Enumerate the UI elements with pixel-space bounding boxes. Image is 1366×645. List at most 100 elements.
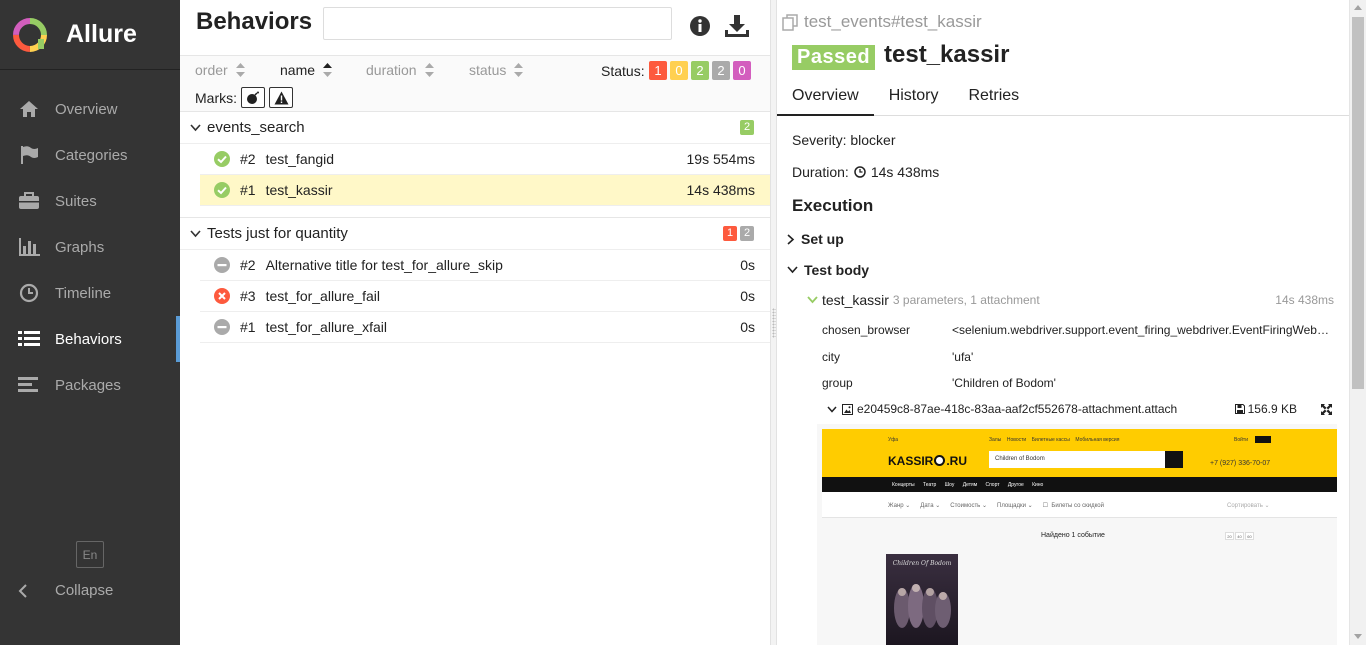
param-key: city (822, 350, 840, 364)
sort-icon (424, 63, 434, 77)
test-row[interactable]: #2 test_fangid 19s 554ms (200, 144, 770, 175)
screenshot-city: Уфа (888, 437, 899, 443)
test-row[interactable]: #2 Alternative title for test_for_allure… (200, 250, 770, 281)
band-photo-image (894, 584, 951, 628)
sort-icon (235, 63, 245, 77)
briefcase-icon (18, 190, 40, 212)
expand-icon[interactable] (1321, 403, 1332, 415)
passed-status-icon (214, 182, 230, 198)
collapse-label: Collapse (55, 582, 114, 599)
failed-status-icon (214, 288, 230, 304)
status-filter-skipped[interactable]: 2 (712, 61, 730, 80)
attachment-size: 156.9 KB (1234, 402, 1297, 416)
sidebar-item-label: Graphs (55, 238, 105, 256)
sort-status[interactable]: status (469, 62, 524, 78)
group-name: Tests just for quantity (207, 225, 348, 242)
group-badges: 2 (740, 120, 754, 135)
sidebar-item-graphs[interactable]: Graphs (0, 224, 180, 270)
screenshot-login: Войти (1234, 437, 1248, 443)
search-input[interactable] (323, 7, 672, 40)
collapse-button[interactable]: Collapse (18, 582, 113, 599)
flaky-mark-button[interactable] (241, 87, 265, 108)
sidebar-item-behaviors[interactable]: Behaviors (0, 316, 180, 362)
behaviors-header: Behaviors (180, 0, 770, 56)
sidebar-item-overview[interactable]: Overview (0, 86, 180, 132)
download-icon[interactable] (724, 14, 750, 38)
test-title: test_kassir (884, 41, 1010, 68)
sidebar-item-timeline[interactable]: Timeline (0, 270, 180, 316)
scrollbar-thumb[interactable] (1352, 17, 1364, 389)
screenshot-login-button (1255, 436, 1271, 443)
new-failed-mark-button[interactable] (269, 87, 293, 108)
language-switch[interactable]: En (76, 541, 104, 568)
splitter-grip[interactable] (772, 308, 776, 338)
sort-label: order (195, 62, 228, 78)
group-header[interactable]: Tests just for quantity 1 2 (180, 218, 770, 250)
logo-smiley-icon (934, 455, 946, 466)
tab-retries[interactable]: Retries (953, 79, 1034, 116)
group-header[interactable]: events_search 2 (180, 112, 770, 144)
sort-toolbar: order name duration status Status: 1 0 2… (180, 56, 770, 112)
sort-order[interactable]: order (195, 62, 245, 78)
status-filter-failed[interactable]: 1 (649, 61, 667, 80)
test-duration: 0s (740, 319, 755, 335)
status-filter-passed[interactable]: 2 (691, 61, 709, 80)
step-duration: 14s 438ms (1275, 293, 1334, 307)
screenshot-page-size: 60 (1245, 532, 1254, 540)
sidebar-item-label: Behaviors (55, 330, 122, 348)
setup-label: Set up (801, 231, 844, 247)
sort-name[interactable]: name (280, 62, 333, 78)
chevron-down-icon (827, 406, 837, 413)
image-icon (842, 403, 853, 415)
test-body-label: Test body (804, 262, 870, 278)
scroll-up-icon[interactable] (1354, 5, 1362, 10)
save-icon (1234, 404, 1245, 414)
test-name: test_for_allure_xfail (265, 319, 387, 335)
sidebar-item-suites[interactable]: Suites (0, 178, 180, 224)
warning-icon (274, 91, 288, 104)
attachment-row[interactable]: e20459c8-87ae-418c-83aa-aaf2cf552678-att… (827, 402, 1337, 416)
attachment-size-value: 156.9 KB (1247, 402, 1297, 416)
tab-history[interactable]: History (874, 79, 954, 116)
skipped-count-badge: 2 (740, 226, 754, 241)
test-name: test_kassir (265, 182, 333, 198)
screenshot-nav: Концерты Театр Шоу Детям Спорт Другое Ки… (822, 477, 1337, 492)
test-number: #3 (240, 288, 256, 304)
chevron-down-icon (190, 229, 201, 237)
test-row-selected[interactable]: #1 test_kassir 14s 438ms (200, 175, 770, 206)
pane-splitter[interactable] (770, 0, 777, 645)
tab-overview[interactable]: Overview (777, 79, 874, 116)
scroll-down-icon[interactable] (1354, 634, 1362, 639)
scrollbar[interactable] (1349, 0, 1366, 645)
info-icon[interactable] (689, 15, 711, 37)
sidebar-item-packages[interactable]: Packages (0, 362, 180, 408)
chevron-down-icon (190, 123, 201, 131)
setup-section[interactable]: Set up (787, 231, 844, 247)
status-filter-broken[interactable]: 0 (670, 61, 688, 80)
screenshot-search-icon (1165, 451, 1183, 468)
status-filter-label: Status: (601, 63, 645, 79)
test-name: test_fangid (265, 151, 335, 167)
app-name: Allure (66, 20, 137, 48)
sort-duration[interactable]: duration (366, 62, 434, 78)
allure-logo-icon (12, 17, 48, 53)
sidebar-item-label: Overview (55, 100, 118, 118)
attachment-name: e20459c8-87ae-418c-83aa-aaf2cf552678-att… (857, 402, 1178, 416)
test-body-section[interactable]: Test body (787, 262, 869, 278)
test-row[interactable]: #1 test_for_allure_xfail 0s (200, 312, 770, 343)
test-detail-pane: test_events#test_kassir Passed test_kass… (777, 0, 1349, 645)
brand[interactable]: Allure (0, 0, 180, 70)
behavior-group: events_search 2 #2 test_fangid 19s 554ms… (180, 112, 770, 206)
test-row[interactable]: #3 test_for_allure_fail 0s (200, 281, 770, 312)
screenshot-phone: +7 (927) 336-70-07 (1210, 460, 1271, 467)
sort-label: name (280, 62, 316, 78)
sort-label: status (469, 62, 507, 78)
duration-label: Duration: (792, 164, 849, 180)
screenshot-page-size: 20 (1225, 532, 1234, 540)
passed-status-icon (214, 151, 230, 167)
status-filter-unknown[interactable]: 0 (733, 61, 751, 80)
sidebar-item-categories[interactable]: Categories (0, 132, 180, 178)
breadcrumb-text: test_events#test_kassir (804, 12, 982, 31)
breadcrumb[interactable]: test_events#test_kassir (782, 12, 982, 32)
step-row[interactable]: test_kassir 3 parameters, 1 attachment 1… (807, 292, 1334, 308)
